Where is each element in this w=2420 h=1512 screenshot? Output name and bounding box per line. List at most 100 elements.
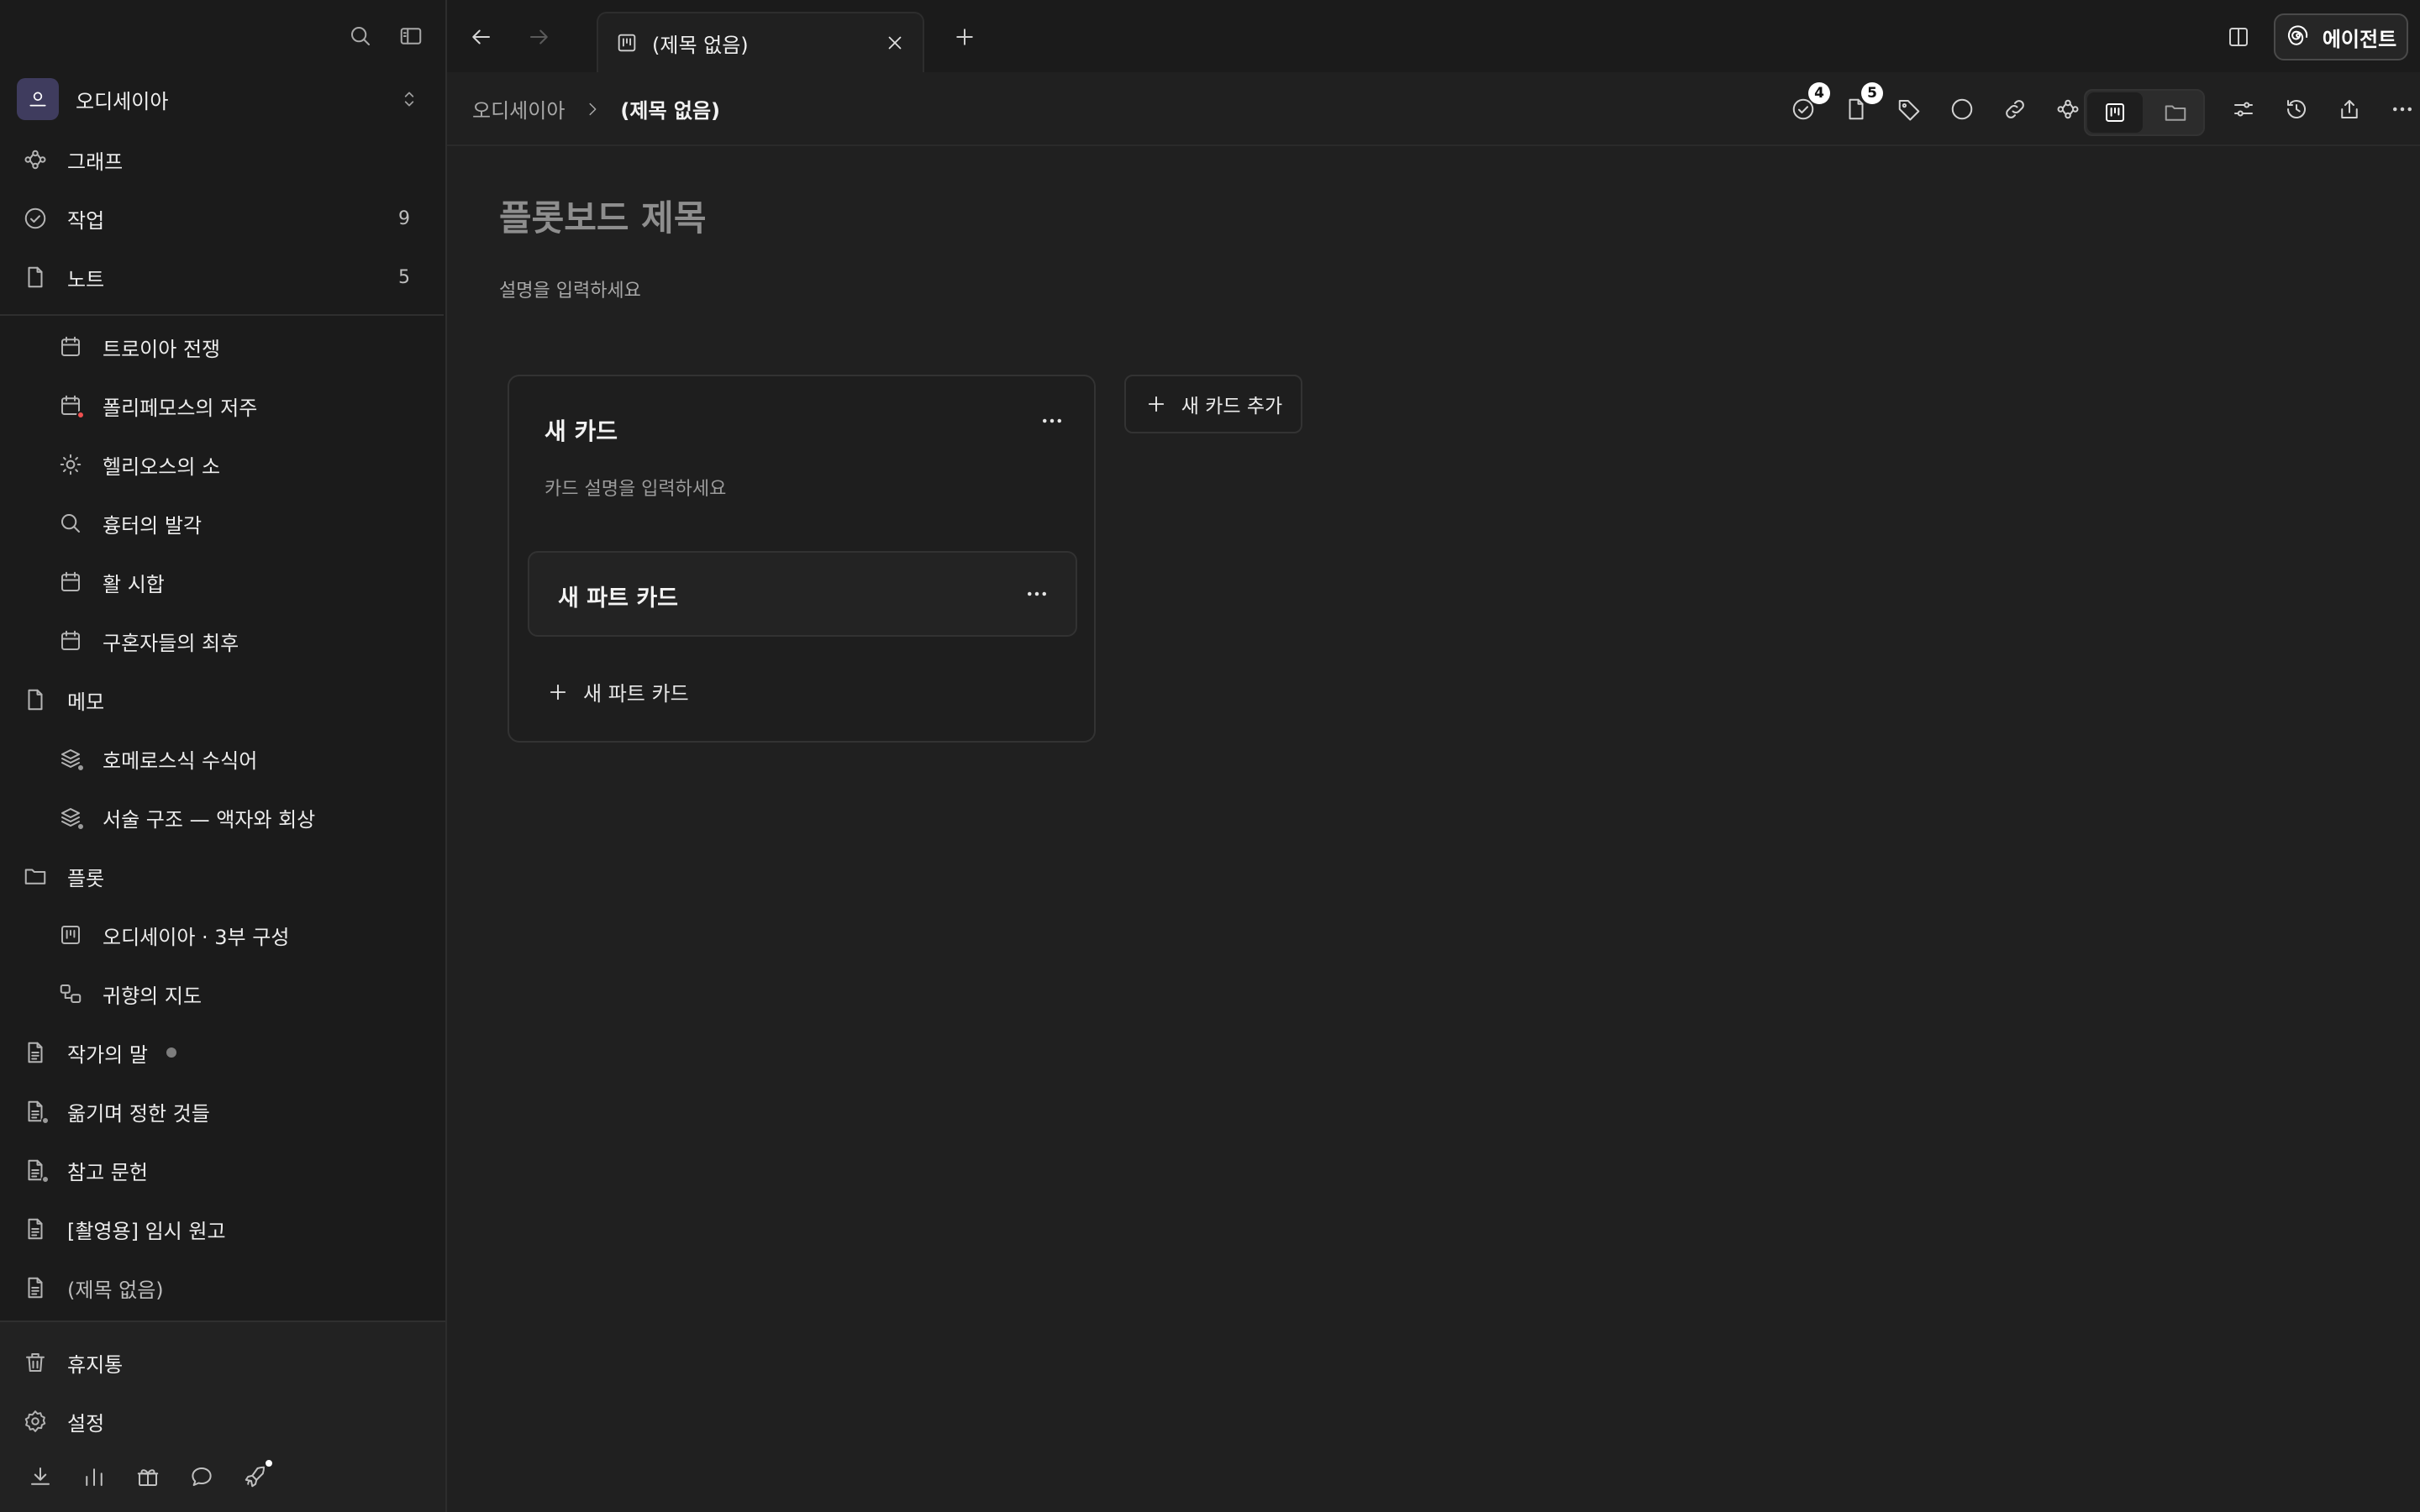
card-description-input[interactable]: 카드 설명을 입력하세요: [544, 474, 726, 501]
link-icon[interactable]: [1998, 92, 2032, 126]
tree-item-label: 호메로스식 수식어: [103, 748, 258, 773]
add-card-label: 새 카드 추가: [1181, 396, 1283, 417]
tree-item[interactable]: 서술 구조 — 액자와 회상: [55, 794, 418, 841]
split-view-icon[interactable]: [2222, 20, 2255, 54]
tree-item[interactable]: 활 시합: [55, 559, 418, 606]
more-horizontal-icon[interactable]: [2386, 92, 2419, 126]
tab-untitled[interactable]: (제목 없음): [597, 12, 924, 72]
tag-icon[interactable]: [1892, 92, 1926, 126]
workspace-avatar: [17, 78, 59, 120]
tree-item[interactable]: 작가의 말: [20, 1029, 418, 1076]
graph-icon[interactable]: [2051, 92, 2085, 126]
board-icon: [615, 31, 639, 55]
card-title[interactable]: 새 카드: [544, 413, 618, 447]
tree-item-label: 서술 구조 — 액자와 회상: [103, 807, 316, 832]
tree-item[interactable]: 귀향의 지도: [55, 970, 418, 1017]
sidebar-divider: [0, 314, 444, 316]
check-circle-icon: [20, 203, 50, 234]
layers-icon: [55, 743, 86, 774]
document-icon: [20, 262, 50, 292]
board-title-input[interactable]: 플롯보드 제목: [499, 190, 706, 241]
tree-folder-memo[interactable]: 메모: [20, 676, 418, 723]
rocket-icon[interactable]: [240, 1458, 274, 1492]
unsaved-dot: [166, 1047, 176, 1058]
tree-item[interactable]: 구혼자들의 최후: [55, 617, 418, 664]
tree-item-label: (제목 없음): [67, 1278, 164, 1302]
part-card-title[interactable]: 새 파트 카드: [558, 580, 678, 612]
tree-item-label: 트로이아 전쟁: [103, 337, 221, 361]
forward-arrow-icon[interactable]: [523, 20, 556, 54]
tree-item-label: 오디세이아 · 3부 구성: [103, 925, 290, 949]
tree-item-label: 폴리페모스의 저주: [103, 396, 258, 420]
tree-item-label: 헬리오스의 소: [103, 454, 221, 479]
notes-button[interactable]: 5: [1839, 82, 1883, 126]
tree-item[interactable]: 헬리오스의 소: [55, 441, 418, 488]
bar-chart-icon[interactable]: [79, 1462, 109, 1492]
document-toolbar: 오디세이아 (제목 없음) 4 5: [447, 72, 2420, 146]
nav-tasks-label: 작업: [67, 208, 105, 233]
agent-label: 에이전트: [2322, 27, 2397, 51]
map-nodes-icon: [55, 979, 86, 1009]
folder-view-icon[interactable]: [2148, 92, 2203, 133]
new-tab-icon[interactable]: [948, 20, 981, 54]
main-area: (제목 없음) 에이전트 오디세이아 (제목 없음) 4 5 플롯보드 제목 설…: [445, 0, 2420, 1512]
sidebar-toggle-icon[interactable]: [397, 20, 425, 52]
nav-graph[interactable]: 그래프: [20, 136, 418, 183]
card-more-icon[interactable]: [1035, 408, 1069, 433]
search-icon[interactable]: [346, 20, 375, 52]
tree-item[interactable]: 옮기며 정한 것들: [20, 1088, 418, 1135]
tree-item[interactable]: 폴리페모스의 저주: [55, 382, 418, 429]
add-card-button[interactable]: 새 카드 추가: [1124, 375, 1302, 433]
tasks-button[interactable]: 4: [1786, 82, 1830, 126]
back-arrow-icon[interactable]: [464, 20, 497, 54]
tab-bar: (제목 없음) 에이전트: [447, 0, 2420, 72]
agent-button[interactable]: 에이전트: [2274, 13, 2408, 60]
document-text-icon: [20, 1214, 50, 1244]
nav-graph-label: 그래프: [67, 150, 124, 174]
nav-tasks[interactable]: 작업 9: [20, 195, 418, 242]
tree-item[interactable]: 흉터의 발각: [55, 500, 418, 547]
nav-trash[interactable]: 휴지통: [20, 1339, 418, 1386]
nav-trash-label: 휴지통: [67, 1352, 124, 1377]
sliders-icon[interactable]: [2227, 92, 2260, 126]
tree-folder-plot[interactable]: 플롯: [20, 853, 418, 900]
board-card[interactable]: 새 카드 카드 설명을 입력하세요 새 파트 카드 새 파트 카드: [508, 375, 1096, 743]
sun-icon: [55, 449, 86, 480]
document-icon: [20, 685, 50, 715]
board-description-input[interactable]: 설명을 입력하세요: [499, 276, 641, 302]
document-text-icon: [20, 1155, 50, 1185]
part-card-more-icon[interactable]: [1020, 581, 1054, 606]
tree-item[interactable]: 트로이아 전쟁: [55, 323, 418, 370]
workspace-name: 오디세이아: [76, 89, 169, 113]
nav-notes-label: 노트: [67, 267, 105, 291]
share-icon[interactable]: [2333, 92, 2366, 126]
folder-icon: [20, 861, 50, 891]
tree-item-label: 구혼자들의 최후: [103, 631, 239, 655]
workspace-switcher[interactable]: 오디세이아: [17, 77, 429, 121]
tree-item-active[interactable]: (제목 없음): [20, 1264, 418, 1311]
nav-notes[interactable]: 노트 5: [20, 254, 418, 301]
add-part-card-button[interactable]: 새 파트 카드: [546, 677, 689, 706]
close-icon[interactable]: [884, 32, 906, 54]
layers-icon: [55, 802, 86, 832]
tree-item[interactable]: 오디세이아 · 3부 구성: [55, 911, 418, 958]
tasks-badge: 4: [1808, 82, 1830, 104]
nav-settings[interactable]: 설정: [20, 1398, 418, 1445]
gift-icon[interactable]: [133, 1462, 163, 1492]
document-text-icon: [20, 1096, 50, 1126]
history-icon[interactable]: [2280, 92, 2313, 126]
tree-item[interactable]: 호메로스식 수식어: [55, 735, 418, 782]
chat-bubble-icon[interactable]: [187, 1462, 217, 1492]
tree-item-label: [촬영용] 임시 원고: [67, 1219, 226, 1243]
part-card[interactable]: 새 파트 카드: [528, 551, 1077, 637]
tree-item[interactable]: 참고 문헌: [20, 1147, 418, 1194]
download-icon[interactable]: [25, 1462, 55, 1492]
tree-item[interactable]: [촬영용] 임시 원고: [20, 1205, 418, 1252]
status-circle-icon[interactable]: [1945, 92, 1979, 126]
plus-icon: [1144, 392, 1168, 416]
sidebar-top-tools: [346, 20, 425, 52]
nav-notes-count: 5: [398, 266, 410, 288]
calendar-icon: [55, 332, 86, 362]
status-dot: [76, 822, 85, 831]
board-view-icon[interactable]: [2087, 92, 2143, 133]
